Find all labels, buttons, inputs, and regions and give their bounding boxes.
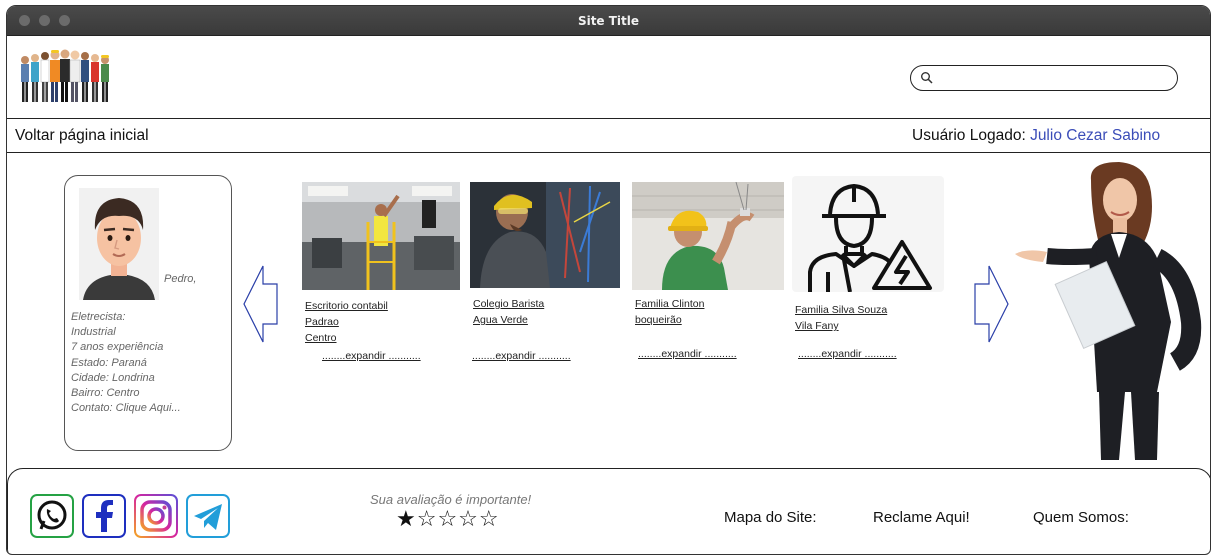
logged-user-name[interactable]: Julio Cezar Sabino — [1030, 127, 1160, 144]
back-to-home-link[interactable]: Voltar página inicial — [15, 127, 149, 145]
profile-line: Industrial — [71, 326, 116, 339]
workers-group-logo[interactable] — [15, 46, 113, 106]
expand-link[interactable]: ........expandir ........... — [638, 348, 737, 360]
job-photo-office-electrician — [302, 182, 460, 290]
job-card-caption[interactable]: Familia Clinton boqueirão — [635, 296, 704, 328]
job-card[interactable]: Colegio Barista Agua Verde ........expan… — [470, 182, 622, 372]
about-us-link[interactable]: Quem Somos: — [1033, 509, 1129, 526]
professional-avatar — [79, 188, 159, 300]
site-header — [7, 36, 1210, 119]
job-card[interactable]: Escritorio contabil Padrao Centro ......… — [302, 182, 462, 372]
title-bar: Site Title — [7, 6, 1210, 36]
contact-link[interactable]: Contato: Clique Aqui... — [71, 401, 181, 416]
caption-line: Familia Clinton — [635, 298, 705, 310]
caption-line: Padrao — [305, 316, 339, 328]
telegram-icon[interactable] — [186, 494, 230, 538]
job-card-caption[interactable]: Colegio Barista Agua Verde — [473, 296, 544, 328]
browser-window: Site Title Voltar página inicial Usuário… — [6, 5, 1211, 555]
next-arrow-button[interactable] — [973, 264, 1009, 344]
job-card-caption[interactable]: Escritorio contabil Padrao Centro — [305, 298, 388, 346]
window-title: Site Title — [577, 14, 640, 28]
professional-name: Pedro, — [164, 273, 197, 285]
profile-line: 7 anos experiência — [71, 341, 164, 354]
job-photo-panel-electrician — [470, 182, 620, 288]
logged-user: Usuário Logado: Julio Cezar Sabino — [912, 127, 1160, 145]
sitemap-link[interactable]: Mapa do Site: — [724, 509, 817, 526]
profile-line: Cidade: Londrina — [71, 371, 155, 384]
complaint-link[interactable]: Reclame Aqui! — [873, 509, 970, 526]
profile-line: Bairro: Centro — [71, 387, 140, 400]
logged-user-label: Usuário Logado: — [912, 127, 1026, 144]
job-photo-ceiling-electrician — [632, 182, 784, 290]
profile-line: Estado: Paraná — [71, 356, 147, 369]
professional-details: Eletrecista: Industrial 7 anos experiênc… — [71, 310, 181, 416]
rating-prompt: Sua avaliação é importante! — [370, 492, 532, 507]
search-icon — [921, 72, 933, 84]
caption-line: Agua Verde — [473, 314, 528, 326]
electrician-worker-icon — [792, 176, 944, 292]
nav-bar: Voltar página inicial Usuário Logado: Ju… — [7, 119, 1210, 153]
job-card-caption[interactable]: Familia Silva Souza Vila Fany — [795, 302, 887, 334]
caption-line: Familia Silva Souza — [795, 304, 888, 316]
search-input[interactable] — [910, 65, 1178, 91]
expand-link[interactable]: ........expandir ........... — [322, 350, 421, 362]
professional-profile-card[interactable]: Pedro, Eletrecista: Industrial 7 anos ex… — [64, 175, 232, 451]
star-empty-icons[interactable]: ☆☆☆☆ — [417, 507, 500, 532]
job-card[interactable]: Familia Silva Souza Vila Fany ........ex… — [792, 176, 948, 372]
profile-line: Eletrecista: — [71, 311, 126, 323]
previous-arrow-button[interactable] — [243, 264, 279, 344]
star-filled-icon[interactable]: ★ — [396, 507, 417, 532]
star-rating[interactable]: ★☆☆☆☆ — [396, 507, 500, 532]
caption-line: Centro — [305, 332, 337, 344]
presenter-woman-image — [1015, 162, 1202, 460]
caption-line: Colegio Barista — [473, 298, 545, 310]
expand-link[interactable]: ........expandir ........... — [798, 348, 897, 360]
whatsapp-icon[interactable] — [30, 494, 74, 538]
caption-line: Escritorio contabil — [305, 300, 388, 312]
caption-line: boqueirão — [635, 314, 682, 326]
instagram-icon[interactable] — [134, 494, 178, 538]
job-card[interactable]: Familia Clinton boqueirão ........expand… — [632, 182, 788, 372]
caption-line: Vila Fany — [795, 320, 839, 332]
expand-link[interactable]: ........expandir ........... — [472, 350, 571, 362]
site-footer: Sua avaliação é importante! ★☆☆☆☆ Mapa d… — [7, 468, 1210, 554]
facebook-icon[interactable] — [82, 494, 126, 538]
